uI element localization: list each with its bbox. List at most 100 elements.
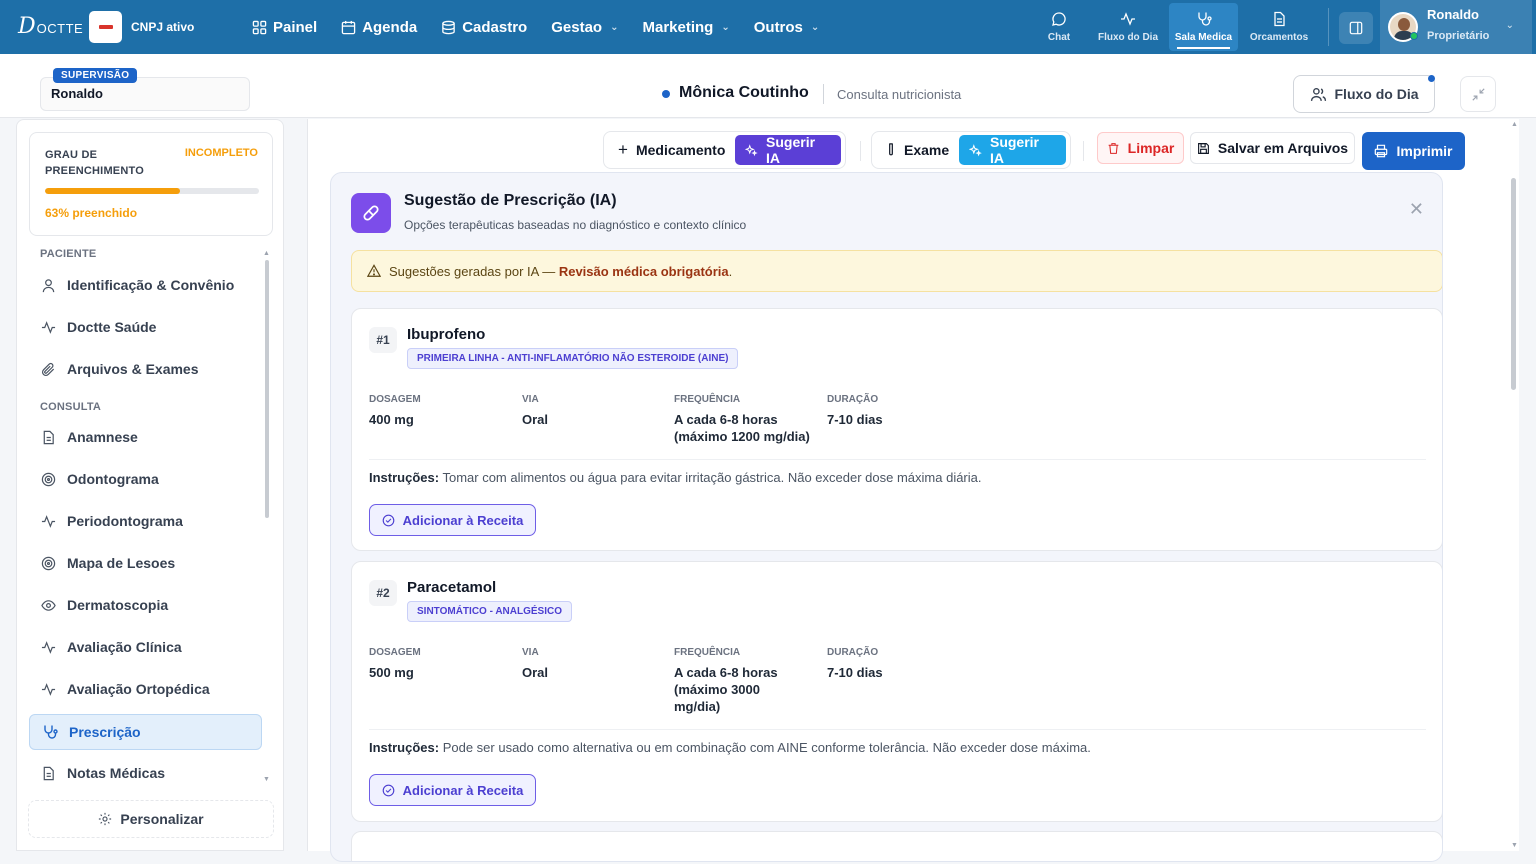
- divider: [823, 84, 824, 104]
- clinic-logo[interactable]: [89, 11, 122, 43]
- chevron-down-icon: ⌄: [721, 21, 730, 33]
- medication-tag: PRIMEIRA LINHA - ANTI-INFLAMATÓRIO NÃO E…: [407, 348, 739, 369]
- sidebar-item-mapa-de-lesoes[interactable]: Mapa de Lesoes: [29, 545, 262, 581]
- instructions-label: Instruções:: [369, 470, 440, 485]
- sidebar-item-odontograma[interactable]: Odontograma: [29, 461, 262, 497]
- salvar-em-arquivos-button[interactable]: Salvar em Arquivos: [1190, 132, 1355, 164]
- nav-marketing[interactable]: Marketing ⌄: [642, 19, 729, 36]
- consult-type: Consulta nutricionista: [837, 87, 962, 102]
- nav-agenda[interactable]: Agenda: [341, 19, 417, 36]
- document-icon: [43, 766, 54, 780]
- stethoscope-icon: [1197, 12, 1212, 26]
- top-navbar: D OCTTE CNPJ ativo Painel Agenda Cadastr…: [0, 0, 1536, 54]
- completion-card: GRAU DE PREENCHIMENTO INCOMPLETO 63% pre…: [29, 132, 273, 236]
- ai-prescription-panel: Sugestão de Prescrição (IA) Opções terap…: [330, 172, 1443, 862]
- close-icon[interactable]: ✕: [1409, 199, 1424, 220]
- doctte-logo[interactable]: D OCTTE: [18, 14, 83, 39]
- quick-label: Fluxo do Dia: [1098, 32, 1158, 43]
- sugerir-ia-medicamento-button[interactable]: Sugerir IA: [735, 134, 841, 166]
- sidebar-item-prescricao[interactable]: Prescrição: [29, 714, 262, 750]
- button-label: Adicionar à Receita: [402, 782, 524, 798]
- sugerir-ia-exame-button[interactable]: Sugerir IA: [959, 134, 1066, 166]
- divider: [1083, 141, 1084, 161]
- duracao-value: 7-10 dias: [827, 665, 883, 680]
- panel-toggle-button[interactable]: [1339, 12, 1373, 44]
- quick-sala-medica[interactable]: Sala Medica: [1169, 3, 1238, 51]
- grid-icon: [252, 20, 267, 34]
- nav-label: Cadastro: [462, 18, 528, 36]
- nav-cadastro[interactable]: Cadastro: [441, 19, 527, 36]
- sidebar-item-periodontograma[interactable]: Periodontograma: [29, 503, 262, 539]
- target-icon: [41, 556, 56, 570]
- main-scrollbar[interactable]: [1511, 178, 1516, 390]
- minimize-icon: [1471, 87, 1485, 101]
- sidebar-item-arquivos-exames[interactable]: Arquivos & Exames: [29, 351, 262, 387]
- sidebar-item-label: Arquivos & Exames: [67, 361, 199, 377]
- printer-icon: [1375, 144, 1388, 158]
- user-name: Ronaldo: [1427, 7, 1479, 22]
- via-value: Oral: [522, 665, 549, 680]
- scroll-up-arrow[interactable]: ▲: [263, 250, 270, 257]
- check-circle-icon: [382, 784, 395, 796]
- medication-card-partial: [351, 831, 1442, 861]
- sidebar-item-doctte-saude[interactable]: Doctte Saúde: [29, 309, 262, 345]
- instructions-label: Instruções:: [369, 740, 440, 755]
- nav-painel[interactable]: Painel: [252, 19, 317, 36]
- sidebar-item-label: Identificação & Convênio: [67, 277, 235, 293]
- medication-number: #1: [369, 327, 397, 353]
- sidebar-item-notas-medicas[interactable]: Notas Médicas: [29, 755, 262, 791]
- target-icon: [41, 472, 56, 486]
- add-to-receita-button[interactable]: Adicionar à Receita: [369, 774, 536, 806]
- database-icon: [442, 20, 455, 34]
- quick-chat[interactable]: Chat: [1036, 3, 1082, 51]
- sidebar-panel-icon: [1349, 21, 1363, 35]
- quick-label: Sala Medica: [1174, 32, 1233, 43]
- medication-tag: SINTOMÁTICO - ANALGÉSICO: [407, 601, 572, 622]
- completion-title: GRAU DE PREENCHIMENTO: [45, 149, 144, 177]
- scroll-down-arrow[interactable]: ▼: [1511, 842, 1518, 849]
- minimize-button[interactable]: [1460, 76, 1496, 112]
- sidebar-item-avaliacao-clinica[interactable]: Avaliação Clínica: [29, 629, 262, 665]
- user-menu[interactable]: Ronaldo Proprietário ⌄: [1380, 0, 1532, 54]
- nav-outros[interactable]: Outros ⌄: [754, 19, 820, 36]
- warning-emphasis: Revisão médica obrigatória: [558, 263, 729, 279]
- imprimir-button[interactable]: Imprimir: [1362, 132, 1465, 170]
- sparkles-icon: [745, 143, 759, 156]
- scroll-down-arrow[interactable]: ▼: [263, 776, 270, 783]
- sidebar: GRAU DE PREENCHIMENTO INCOMPLETO 63% pre…: [16, 119, 284, 851]
- chevron-down-icon: ⌄: [1505, 20, 1514, 31]
- divider: [1328, 8, 1329, 46]
- button-label: Fluxo do Dia: [1334, 86, 1419, 102]
- logo-initial: D: [18, 14, 36, 39]
- limpar-button[interactable]: Limpar: [1097, 132, 1184, 164]
- button-label: Exame: [904, 142, 950, 158]
- button-label: Personalizar: [120, 811, 204, 827]
- button-label: Imprimir: [1396, 143, 1453, 159]
- users-icon: [1310, 87, 1326, 101]
- medication-number: #2: [369, 580, 397, 606]
- add-exame-button[interactable]: Exame: [876, 135, 959, 165]
- sidebar-item-dermatoscopia[interactable]: Dermatoscopia: [29, 587, 262, 623]
- document-icon: [43, 430, 54, 444]
- sidebar-item-anamnese[interactable]: Anamnese: [29, 419, 262, 455]
- fluxo-do-dia-button[interactable]: Fluxo do Dia: [1293, 75, 1435, 113]
- nav-gestao[interactable]: Gestao ⌄: [551, 19, 618, 36]
- quick-fluxo-do-dia[interactable]: Fluxo do Dia: [1093, 3, 1163, 51]
- scroll-up-arrow[interactable]: ▲: [1511, 121, 1518, 128]
- sidebar-item-avaliacao-ortopedica[interactable]: Avaliação Ortopédica: [29, 671, 262, 707]
- sidebar-item-identificacao[interactable]: Identificação & Convênio: [29, 267, 262, 303]
- frequencia-value: A cada 6-8 horas (máximo 1200 mg/dia): [674, 412, 810, 444]
- activity-icon: [41, 514, 56, 528]
- medication-instructions: Instruções: Pode ser usado como alternat…: [369, 740, 1091, 755]
- medication-card: #2 Paracetamol SINTOMÁTICO - ANALGÉSICO …: [351, 561, 1442, 822]
- medication-name: Paracetamol: [407, 579, 497, 596]
- via-label: VIA: [522, 394, 539, 405]
- button-label: Sugerir IA: [766, 134, 816, 166]
- add-to-receita-button[interactable]: Adicionar à Receita: [369, 504, 536, 536]
- sidebar-item-label: Mapa de Lesoes: [67, 555, 176, 571]
- personalize-button[interactable]: Personalizar: [28, 800, 274, 838]
- sidebar-scrollbar[interactable]: [265, 260, 269, 518]
- divider: [860, 141, 861, 161]
- add-medicamento-button[interactable]: + Medicamento: [608, 135, 735, 165]
- quick-orcamentos[interactable]: Orcamentos: [1244, 3, 1314, 51]
